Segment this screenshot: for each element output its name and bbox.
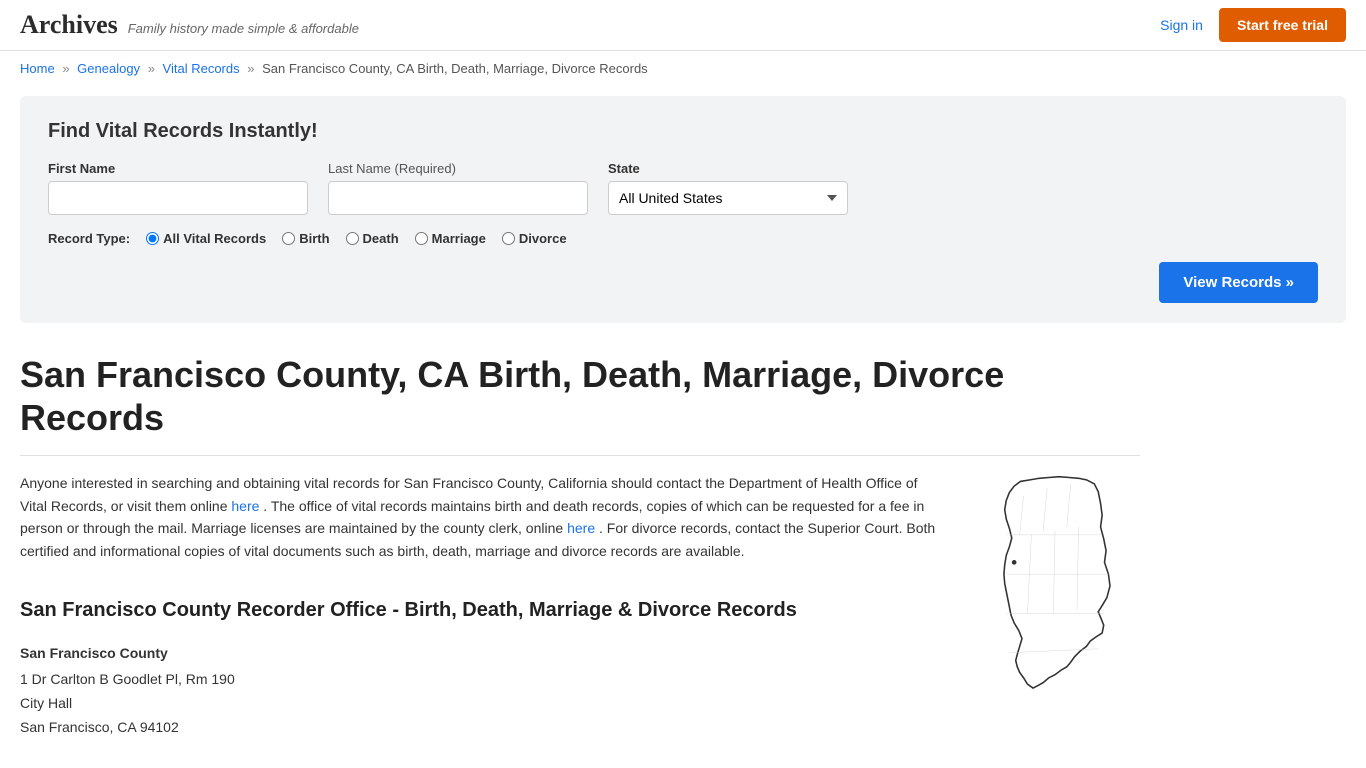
record-type-all[interactable]: All Vital Records [146,231,266,246]
start-trial-button[interactable]: Start free trial [1219,8,1346,42]
first-name-group: First Name [48,161,308,215]
search-footer: View Records » [48,262,1318,303]
description-text: Anyone interested in searching and obtai… [20,472,940,562]
content-divider [20,455,1140,456]
breadcrumb-vital-records[interactable]: Vital Records [163,61,240,76]
search-title: Find Vital Records Instantly! [48,120,1318,143]
sign-in-link[interactable]: Sign in [1160,17,1203,33]
breadcrumb-sep3: » [247,61,254,76]
breadcrumb-home[interactable]: Home [20,61,55,76]
record-type-marriage[interactable]: Marriage [415,231,486,246]
breadcrumb-sep2: » [148,61,155,76]
last-name-input[interactable] [328,181,588,215]
search-fields: First Name Last Name (Required) State Al… [48,161,1318,215]
first-name-input[interactable] [48,181,308,215]
recorder-section-title: San Francisco County Recorder Office - B… [20,594,940,626]
header-logo-area: Archives Family history made simple & af… [20,10,359,40]
main-content: San Francisco County, CA Birth, Death, M… [0,343,1160,750]
recorder-name: San Francisco County [20,642,940,664]
record-type-birth[interactable]: Birth [282,231,329,246]
recorder-address-line1: 1 Dr Carlton B Goodlet Pl, Rm 190 [20,668,940,692]
breadcrumb-sep1: » [62,61,69,76]
content-layout: Anyone interested in searching and obtai… [20,472,1140,739]
recorder-address-line3: San Francisco, CA 94102 [20,716,940,740]
record-type-death[interactable]: Death [346,231,399,246]
state-select[interactable]: All United States [608,181,848,215]
record-type-divorce[interactable]: Divorce [502,231,567,246]
california-map [970,472,1140,695]
site-logo: Archives [20,10,118,40]
record-type-row: Record Type: All Vital Records Birth Dea… [48,231,1318,246]
here-link-2[interactable]: here [567,520,595,536]
breadcrumb-current: San Francisco County, CA Birth, Death, M… [262,61,648,76]
site-header: Archives Family history made simple & af… [0,0,1366,51]
recorder-section: San Francisco County Recorder Office - B… [20,594,940,740]
breadcrumb-genealogy[interactable]: Genealogy [77,61,140,76]
last-name-label: Last Name (Required) [328,161,588,176]
state-group: State All United States [608,161,848,215]
page-title: San Francisco County, CA Birth, Death, M… [20,353,1140,439]
recorder-address: 1 Dr Carlton B Goodlet Pl, Rm 190 City H… [20,668,940,739]
here-link-1[interactable]: here [231,498,259,514]
search-box: Find Vital Records Instantly! First Name… [20,96,1346,323]
recorder-address-line2: City Hall [20,692,940,716]
first-name-label: First Name [48,161,308,176]
last-name-group: Last Name (Required) [328,161,588,215]
breadcrumb: Home » Genealogy » Vital Records » San F… [0,51,1366,86]
view-records-button[interactable]: View Records » [1159,262,1318,303]
state-label: State [608,161,848,176]
record-type-label: Record Type: [48,231,130,246]
header-actions: Sign in Start free trial [1160,8,1346,42]
content-description: Anyone interested in searching and obtai… [20,472,940,739]
site-tagline: Family history made simple & affordable [128,21,359,36]
